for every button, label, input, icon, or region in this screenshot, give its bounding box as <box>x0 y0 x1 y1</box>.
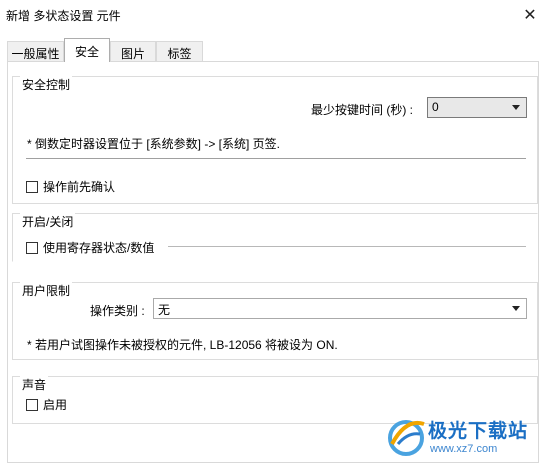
group-title-on-off: 开启/关闭 <box>20 213 76 230</box>
close-button[interactable]: ✕ <box>518 4 542 26</box>
group-title-user-restriction: 用户限制 <box>20 282 73 299</box>
tab-label[interactable]: 标签 <box>156 41 203 62</box>
operation-type-value: 无 <box>158 303 171 317</box>
confirm-label: 操作前先确认 <box>43 180 116 194</box>
use-register-option[interactable]: 使用寄存器状态/数值 <box>26 239 159 256</box>
window-title: 新增 多状态设置 元件 <box>6 9 121 23</box>
operation-type-select[interactable]: 无 <box>153 298 527 319</box>
chevron-down-icon <box>512 105 520 110</box>
min-press-time-select[interactable]: 0 <box>427 97 527 118</box>
sound-enable-option[interactable]: 启用 <box>26 396 67 413</box>
group-title-sound: 声音 <box>20 376 49 393</box>
watermark-name: 极光下载站 <box>428 421 529 442</box>
sound-enable-label: 启用 <box>43 398 68 412</box>
operation-type-label: 操作类别 : <box>90 304 145 318</box>
group-title-security-control: 安全控制 <box>20 76 73 93</box>
chevron-down-icon <box>512 306 520 311</box>
countdown-note: * 倒数定时器设置位于 [系统参数] -> [系统] 页签. <box>27 137 281 151</box>
watermark: 极光下载站 www.xz7.com <box>384 410 544 468</box>
user-restriction-note: * 若用户试图操作未被授权的元件, LB-12056 将被设为 ON. <box>27 338 338 352</box>
sound-enable-checkbox[interactable] <box>26 399 38 411</box>
watermark-url: www.xz7.com <box>430 443 498 455</box>
min-press-time-label: 最少按键时间 (秒) : <box>311 103 413 117</box>
tab-security[interactable]: 安全 <box>64 38 110 62</box>
confirm-before-operation[interactable]: 操作前先确认 <box>26 178 115 195</box>
use-register-label: 使用寄存器状态/数值 <box>43 241 155 255</box>
on-off-divider <box>168 246 526 247</box>
title-bar: 新增 多状态设置 元件 ✕ <box>0 0 546 32</box>
min-press-time-value: 0 <box>432 100 439 114</box>
confirm-checkbox[interactable] <box>26 181 38 193</box>
tab-general[interactable]: 一般属性 <box>7 41 64 62</box>
use-register-checkbox[interactable] <box>26 242 38 254</box>
close-icon: ✕ <box>523 7 537 24</box>
tab-picture[interactable]: 图片 <box>110 41 156 62</box>
watermark-logo-icon <box>388 420 425 456</box>
divider <box>26 158 526 159</box>
